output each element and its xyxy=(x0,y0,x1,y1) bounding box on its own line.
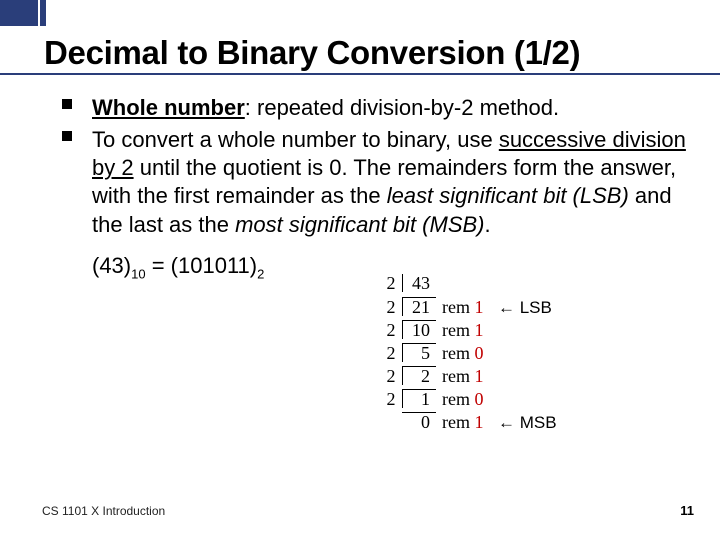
bullet-2-p4: . xyxy=(485,212,491,237)
rem-value: 0 xyxy=(474,389,483,409)
long-division-table: 2 43 2 21 rem 1 ← LSB 2 10 rem 1 2 5 rem… xyxy=(380,274,557,435)
dividend: 21 xyxy=(402,297,436,316)
rem-label: rem xyxy=(442,297,470,317)
eq-sign: = xyxy=(146,253,171,278)
slide: Decimal to Binary Conversion (1/2) Whole… xyxy=(0,0,720,540)
accent-block-small xyxy=(40,0,46,26)
table-row: 2 1 rem 0 xyxy=(380,389,557,412)
remainder-cell: rem 1 xyxy=(436,367,488,385)
rem-label: rem xyxy=(442,389,470,409)
divisor: 2 xyxy=(380,274,402,292)
bullet-1-rest: : repeated division-by-2 method. xyxy=(245,95,559,120)
dividend: 5 xyxy=(402,343,436,362)
dividend: 1 xyxy=(402,389,436,408)
dividend: 0 xyxy=(402,412,436,431)
page-number: 11 xyxy=(680,503,694,518)
eq-lhs-sub: 10 xyxy=(131,266,145,281)
accent-block xyxy=(0,0,38,26)
row-note: ← MSB xyxy=(488,414,557,431)
slide-title: Decimal to Binary Conversion (1/2) xyxy=(44,34,712,72)
rem-value: 1 xyxy=(474,412,483,432)
divisor: 2 xyxy=(380,298,402,316)
remainder-cell: rem 0 xyxy=(436,390,488,408)
rem-label: rem xyxy=(442,366,470,386)
eq-rhs-sub: 2 xyxy=(257,266,264,281)
title-divider xyxy=(0,73,720,75)
table-row: 2 43 xyxy=(380,274,557,297)
rem-value: 1 xyxy=(474,297,483,317)
table-row: 2 5 rem 0 xyxy=(380,343,557,366)
footer-text: CS 1101 X Introduction xyxy=(42,504,165,518)
table-row: 2 10 rem 1 xyxy=(380,320,557,343)
rem-value: 1 xyxy=(474,366,483,386)
row-note: ← LSB xyxy=(488,299,552,316)
remainder-cell: rem 1 xyxy=(436,298,488,316)
rem-value: 1 xyxy=(474,320,483,340)
divisor: 2 xyxy=(380,344,402,362)
table-row: 2 2 rem 1 xyxy=(380,366,557,389)
slide-body: Whole number: repeated division-by-2 met… xyxy=(44,94,712,281)
dividend: 2 xyxy=(402,366,436,385)
bullet-2-i2: most significant bit (MSB) xyxy=(235,212,484,237)
eq-lhs: (43) xyxy=(92,253,131,278)
dividend: 10 xyxy=(402,320,436,339)
eq-rhs: (101011) xyxy=(171,253,257,278)
rem-label: rem xyxy=(442,320,470,340)
bullet-list: Whole number: repeated division-by-2 met… xyxy=(44,94,688,239)
bullet-1: Whole number: repeated division-by-2 met… xyxy=(92,94,688,122)
rem-value: 0 xyxy=(474,343,483,363)
bullet-1-lead: Whole number xyxy=(92,95,245,120)
bullet-2-i1: least significant bit (LSB) xyxy=(387,183,629,208)
bullet-2: To convert a whole number to binary, use… xyxy=(92,126,688,239)
divisor: 2 xyxy=(380,390,402,408)
bullet-2-p1: To convert a whole number to binary, use xyxy=(92,127,499,152)
dividend: 43 xyxy=(402,274,436,292)
remainder-cell: rem 1 xyxy=(436,321,488,339)
remainder-cell: rem 1 xyxy=(436,413,488,431)
divisor: 2 xyxy=(380,367,402,385)
remainder-cell: rem 0 xyxy=(436,344,488,362)
rem-label: rem xyxy=(442,412,470,432)
table-row: 2 21 rem 1 ← LSB xyxy=(380,297,557,320)
table-row: 0 rem 1 ← MSB xyxy=(380,412,557,435)
rem-label: rem xyxy=(442,343,470,363)
divisor: 2 xyxy=(380,321,402,339)
